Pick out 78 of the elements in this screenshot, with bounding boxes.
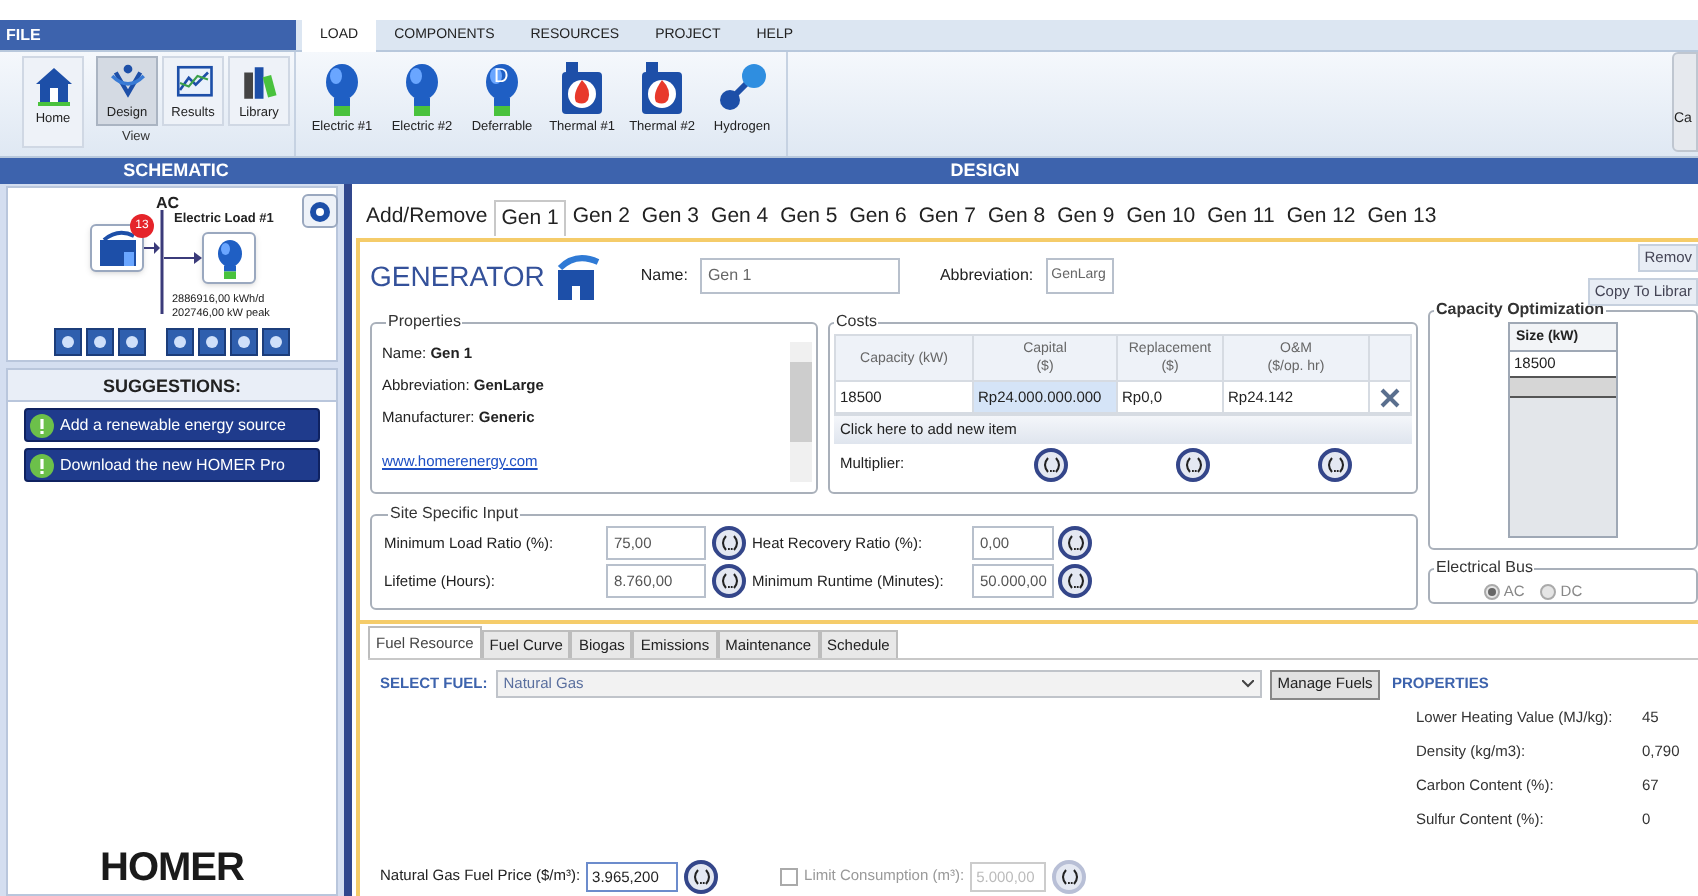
molecule-icon xyxy=(718,60,766,116)
tool-button[interactable] xyxy=(166,328,194,356)
field-label: Name: xyxy=(640,264,688,288)
radio-button[interactable] xyxy=(1483,583,1500,600)
generator-icon xyxy=(97,228,137,268)
component-tab[interactable]: Gen 2 xyxy=(566,200,636,236)
flame-icon xyxy=(558,60,606,116)
component-tab[interactable]: Gen 3 xyxy=(635,200,706,236)
compass-icon xyxy=(105,62,149,101)
tool-button[interactable] xyxy=(230,328,258,356)
exclamation-icon xyxy=(30,413,54,437)
component-tab[interactable]: Gen 1 xyxy=(493,200,567,236)
suggestion-button[interactable]: Add a renewable energy source xyxy=(24,408,320,442)
settings-icon xyxy=(308,199,332,223)
logo: HOMER xyxy=(98,846,246,890)
component-tab[interactable]: Gen 5 xyxy=(774,200,844,236)
ellipsis-icon xyxy=(719,534,739,552)
component-tab[interactable]: Gen 6 xyxy=(843,200,913,236)
component-tab[interactable]: Gen 4 xyxy=(705,200,775,236)
bus-label: AC xyxy=(156,192,180,212)
component-tab[interactable]: Add/Remove xyxy=(360,200,494,236)
tool-button[interactable] xyxy=(86,328,114,356)
scrollbar[interactable] xyxy=(790,342,812,482)
ellipsis-icon xyxy=(1325,455,1345,473)
sensitivity-button[interactable] xyxy=(1176,447,1210,481)
arrow-icon xyxy=(164,252,202,264)
ellipsis-icon xyxy=(1065,534,1085,552)
tool-button[interactable] xyxy=(54,328,82,356)
flame-icon xyxy=(638,60,686,116)
settings-button[interactable] xyxy=(302,194,338,228)
generator-icon xyxy=(556,252,601,300)
sensitivity-button[interactable] xyxy=(712,564,746,598)
component-tab[interactable]: Gen 13 xyxy=(1361,200,1443,236)
sensitivity-button[interactable] xyxy=(684,859,719,893)
ellipsis-icon xyxy=(691,867,712,885)
new-row[interactable] xyxy=(1510,376,1616,398)
group-title: Properties xyxy=(386,310,463,334)
sensitivity-button[interactable] xyxy=(1318,447,1352,481)
panel-title: GENERATOR xyxy=(370,257,545,295)
sensitivity-button[interactable] xyxy=(1034,447,1068,481)
tool-button[interactable] xyxy=(262,328,290,356)
group-title: Costs xyxy=(834,310,879,334)
field-label: Abbreviation: xyxy=(939,264,1034,288)
panel-header: SCHEMATIC xyxy=(121,158,231,184)
sensitivity-button[interactable] xyxy=(712,526,746,560)
component-tab[interactable]: Gen 8 xyxy=(981,200,1052,236)
component-tab[interactable]: Gen 10 xyxy=(1120,200,1202,236)
component-tab[interactable]: Gen 12 xyxy=(1280,200,1362,236)
chart-icon xyxy=(171,62,215,101)
tool-button[interactable] xyxy=(118,328,146,356)
file-menu[interactable]: FILE xyxy=(0,20,296,50)
panel-header: DESIGN xyxy=(948,158,1022,184)
ellipsis-icon xyxy=(1041,455,1061,473)
load-node[interactable] xyxy=(202,232,256,284)
suggestion-button[interactable]: Download the new HOMER Pro xyxy=(24,448,320,482)
component-tab[interactable]: Gen 11 xyxy=(1201,200,1281,236)
component-tab[interactable]: Gen 9 xyxy=(1051,200,1121,236)
sensitivity-button[interactable] xyxy=(1052,859,1087,893)
chevron-down-icon xyxy=(1241,680,1254,688)
group-title: Site Specific Input xyxy=(388,502,521,526)
exclamation-icon xyxy=(30,453,54,477)
ellipsis-icon xyxy=(719,572,739,590)
house-icon xyxy=(31,62,75,106)
icon-letter: D xyxy=(494,68,509,88)
ellipsis-icon xyxy=(1183,455,1203,473)
sensitivity-button[interactable] xyxy=(1058,526,1092,560)
group-title: Electrical Bus xyxy=(1434,556,1535,580)
component-tab[interactable]: Gen 7 xyxy=(912,200,982,236)
sensitivity-button[interactable] xyxy=(1058,564,1092,598)
suggestions-title: SUGGESTIONS: xyxy=(8,370,336,402)
bus-line xyxy=(160,210,166,314)
close-icon xyxy=(1380,387,1400,407)
arrow-icon xyxy=(144,242,160,254)
tool-button[interactable] xyxy=(198,328,226,356)
radio-button[interactable] xyxy=(1540,583,1557,600)
name-field[interactable]: Gen 1 xyxy=(699,258,900,294)
ellipsis-icon xyxy=(1059,867,1080,885)
ellipsis-icon xyxy=(1065,572,1085,590)
